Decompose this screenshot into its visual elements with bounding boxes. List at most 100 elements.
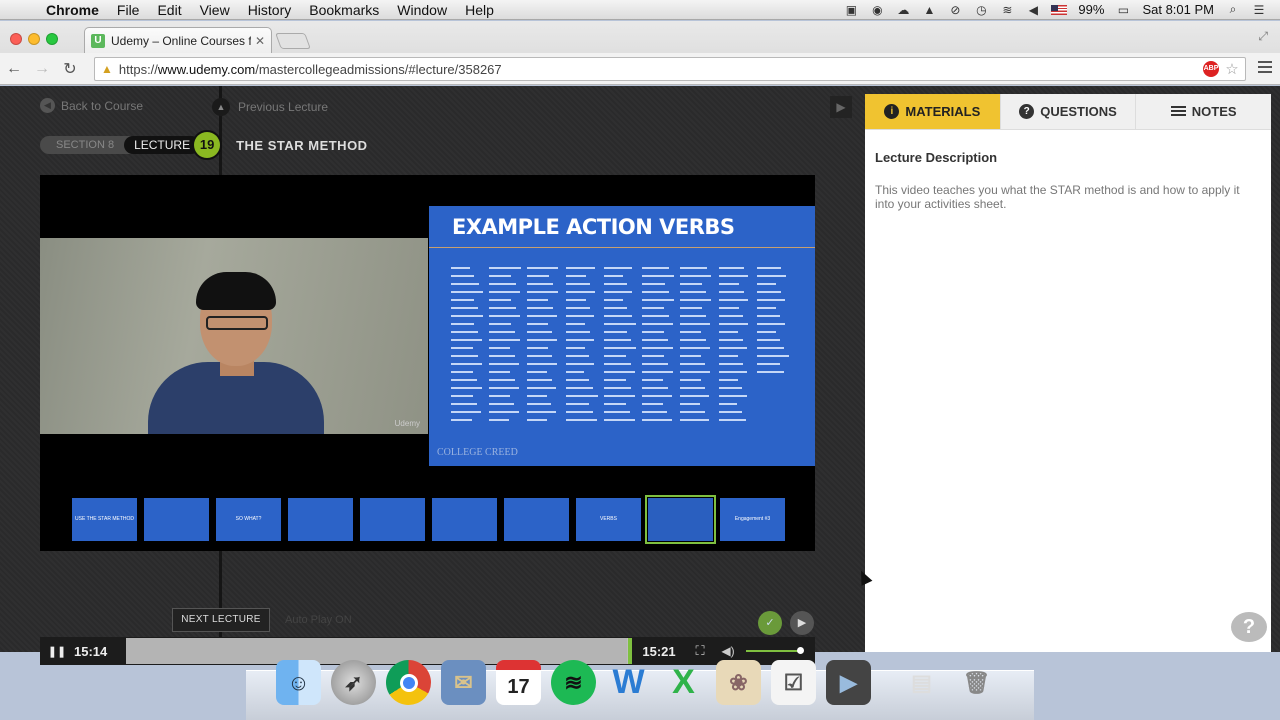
chrome-icon[interactable] <box>386 660 431 705</box>
slide-word-mark <box>680 267 707 269</box>
flag-icon[interactable] <box>1046 3 1072 17</box>
slide-word-mark <box>451 411 482 413</box>
fullscreen-icon[interactable]: ⤢ <box>1258 29 1268 44</box>
volume-slider-handle[interactable] <box>797 647 804 654</box>
tab-notes[interactable]: NOTES <box>1135 94 1272 129</box>
spotify-icon[interactable]: ≋ <box>551 660 596 705</box>
menu-file[interactable]: File <box>108 2 149 18</box>
slide-thumbnail[interactable] <box>432 498 497 541</box>
slide-thumbnail[interactable]: Engagement #3 <box>720 498 785 541</box>
slide-word-mark <box>527 267 558 269</box>
next-arrow-circle-icon[interactable]: ▶ <box>790 611 814 635</box>
battery-status[interactable]: 99% <box>1072 2 1110 17</box>
next-lecture-button[interactable]: NEXT LECTURE <box>172 608 270 632</box>
slide-thumbnail[interactable]: VERBS <box>576 498 641 541</box>
autoplay-toggle[interactable]: Auto Play ON <box>285 614 352 626</box>
slide-word-mark <box>527 299 549 301</box>
menu-history[interactable]: History <box>239 2 301 18</box>
slide-word-mark <box>603 363 631 365</box>
notification-center-icon[interactable]: ☰ <box>1246 3 1272 17</box>
pause-button[interactable]: ❚❚ <box>40 645 74 658</box>
iphoto-icon[interactable]: ❀ <box>716 660 761 705</box>
finder-icon[interactable]: ☺ <box>276 660 321 705</box>
bell-icon[interactable]: ▲ <box>916 3 942 17</box>
time-machine-icon[interactable]: ◷ <box>968 3 994 17</box>
tab-materials[interactable]: i MATERIALS <box>865 94 1000 129</box>
collapse-panel-button[interactable]: ▶ <box>830 96 852 118</box>
lecture-title: THE STAR METHOD <box>236 137 368 153</box>
address-bar[interactable]: ▲ https://www.udemy.com/mastercollegeadm… <box>94 57 1246 81</box>
camera-icon[interactable]: ▣ <box>838 3 864 17</box>
excel-icon[interactable]: X <box>661 660 706 705</box>
tab-questions[interactable]: ? QUESTIONS <box>999 94 1136 129</box>
imovie-icon[interactable]: ▶ <box>826 660 871 705</box>
slide-word-mark <box>489 379 515 381</box>
lecture-number-badge: 19 <box>192 130 223 160</box>
slide-word-mark <box>642 411 668 413</box>
slide-word-mark <box>718 339 743 341</box>
slide-word-mark <box>527 395 547 397</box>
mail-stamp-icon[interactable]: ✉ <box>441 660 486 705</box>
slide-word-mark <box>642 307 665 309</box>
back-to-course-link[interactable]: ◀ Back to Course <box>40 98 143 113</box>
word-icon[interactable]: W <box>606 660 651 705</box>
slide-thumbnail[interactable] <box>504 498 569 541</box>
slide-thumbnail[interactable]: SO WHAT? <box>216 498 281 541</box>
menu-window[interactable]: Window <box>388 2 456 18</box>
menu-app-chrome[interactable]: Chrome <box>40 2 108 18</box>
close-window-button[interactable] <box>10 33 22 45</box>
cloud-icon[interactable]: ☁ <box>890 3 916 17</box>
menu-help[interactable]: Help <box>456 2 503 18</box>
previous-lecture-label: Previous Lecture <box>238 100 329 114</box>
new-tab-button[interactable] <box>275 33 311 49</box>
browser-tab[interactable]: U Udemy – Online Courses f ✕ <box>84 27 272 53</box>
slide-thumbnail[interactable]: USE THE STAR METHOD <box>72 498 137 541</box>
fullscreen-toggle-icon[interactable]: ⛶ <box>686 643 714 659</box>
zoom-window-button[interactable] <box>46 33 58 45</box>
slide-word-mark <box>603 315 632 317</box>
lecture-description-heading: Lecture Description <box>875 150 998 165</box>
bookmark-star-icon[interactable]: ☆ <box>1219 60 1245 78</box>
sync-icon[interactable]: ◉ <box>864 3 890 17</box>
slide-word-mark <box>680 403 701 405</box>
mark-complete-check-icon[interactable]: ✓ <box>758 611 782 635</box>
clock[interactable]: Sat 8:01 PM <box>1136 2 1220 17</box>
documents-stack-icon[interactable]: ▤ <box>899 660 944 705</box>
reminders-icon[interactable]: ☑ <box>771 660 816 705</box>
slide-word-mark <box>565 331 590 333</box>
menu-bookmarks[interactable]: Bookmarks <box>300 2 388 18</box>
info-icon: i <box>884 104 900 119</box>
chrome-menu-icon[interactable] <box>1258 61 1272 76</box>
slide-word-mark <box>527 275 549 277</box>
help-button[interactable]: ? <box>1231 612 1267 642</box>
wifi-icon[interactable]: ≋ <box>994 3 1020 17</box>
video-player[interactable]: Udemy EXAMPLE ACTION VERBS COLLEGE CREED… <box>40 175 815 665</box>
window-controls <box>10 33 58 45</box>
slide-thumbnail[interactable] <box>360 498 425 541</box>
do-not-disturb-icon[interactable]: ⊘ <box>942 3 968 17</box>
menu-view[interactable]: View <box>191 2 239 18</box>
menu-edit[interactable]: Edit <box>148 2 190 18</box>
slide-thumbnail[interactable] <box>288 498 353 541</box>
volume-slider[interactable] <box>746 647 804 654</box>
url-text[interactable]: https://www.udemy.com/mastercollegeadmis… <box>119 62 502 77</box>
slide-word-mark <box>451 267 470 269</box>
reload-icon[interactable]: ↻ <box>56 59 84 79</box>
battery-icon[interactable]: ▭ <box>1110 3 1136 17</box>
volume-icon[interactable]: ◀) <box>714 644 742 658</box>
adblock-icon[interactable]: ABP <box>1203 61 1219 77</box>
launchpad-icon[interactable]: ➶ <box>331 660 376 705</box>
slide-thumbnail[interactable] <box>645 495 716 544</box>
minimize-window-button[interactable] <box>28 33 40 45</box>
previous-lecture-link[interactable]: ▲ Previous Lecture <box>212 98 328 116</box>
calendar-icon[interactable]: 17 <box>496 660 541 705</box>
forward-arrow-icon[interactable]: → <box>28 60 56 78</box>
back-arrow-icon[interactable]: ← <box>0 60 28 78</box>
close-tab-icon[interactable]: ✕ <box>255 34 265 48</box>
spotlight-search-icon[interactable]: ⌕ <box>1220 2 1246 17</box>
slide-thumbnail[interactable] <box>144 498 209 541</box>
volume-icon[interactable]: ◀ <box>1020 3 1046 17</box>
slide-logo-text: COLLEGE CREED <box>437 447 518 458</box>
trash-icon[interactable]: 🗑 <box>954 660 999 705</box>
slide-word-mark <box>603 291 632 293</box>
